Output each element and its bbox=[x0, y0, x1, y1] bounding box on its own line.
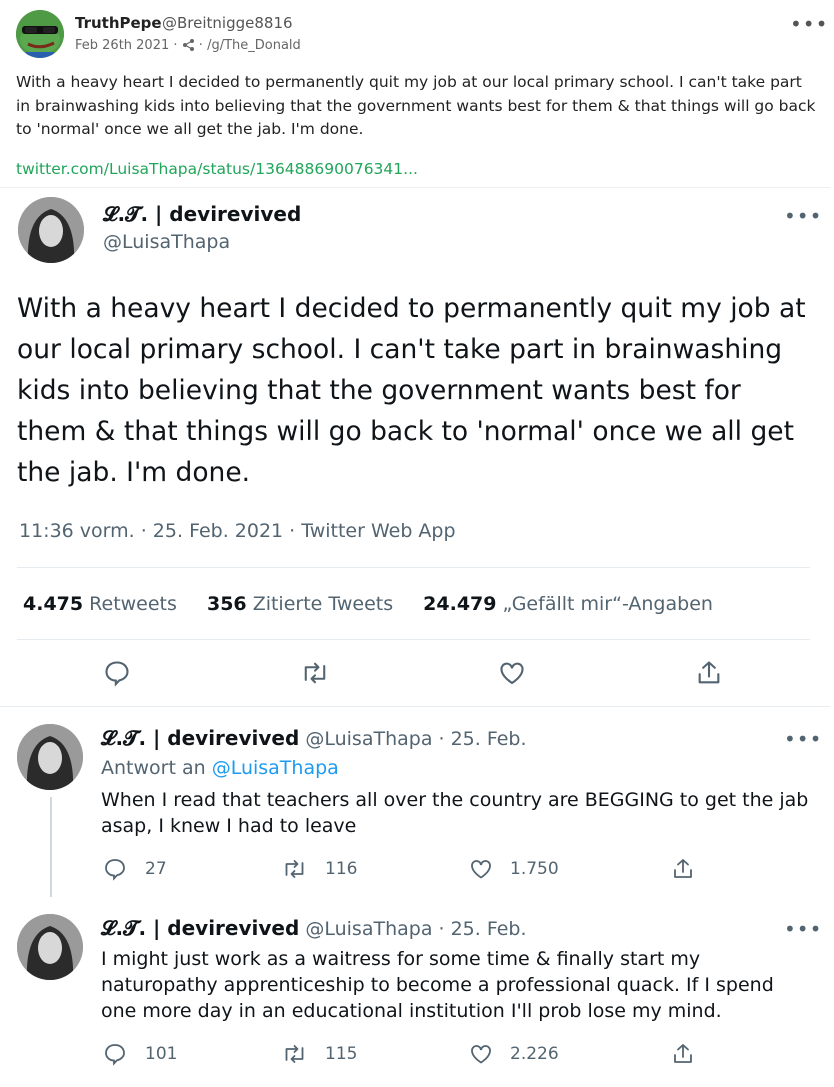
share-network-icon bbox=[182, 38, 195, 51]
like-icon[interactable] bbox=[469, 1042, 493, 1066]
reply-icon[interactable] bbox=[103, 659, 131, 687]
divider bbox=[17, 567, 810, 568]
more-icon[interactable]: ••• bbox=[784, 727, 822, 751]
reply-to: Antwort an @LuisaThapa bbox=[101, 757, 339, 779]
quotes-label[interactable]: Zitierte Tweets bbox=[253, 593, 393, 615]
post-text: With a heavy heart I decided to permanen… bbox=[16, 73, 816, 138]
post-meta: Feb 26th 2021 · · /g/The_Donald bbox=[75, 38, 301, 53]
tweet-author-handle[interactable]: @LuisaThapa bbox=[103, 231, 230, 253]
reply-icon[interactable] bbox=[103, 1042, 127, 1066]
retweets-label[interactable]: Retweets bbox=[89, 593, 177, 615]
share-icon[interactable] bbox=[671, 1042, 695, 1066]
meta-dot: · bbox=[198, 38, 208, 53]
divider bbox=[0, 706, 830, 707]
reply-handle-date[interactable]: @LuisaThapa · 25. Feb. bbox=[305, 918, 526, 940]
reply-to-mention[interactable]: @LuisaThapa bbox=[212, 757, 339, 779]
post-link[interactable]: twitter.com/LuisaThapa/status/1364886900… bbox=[16, 160, 418, 178]
like-count: 1.750 bbox=[510, 859, 559, 879]
retweet-icon[interactable] bbox=[281, 1042, 308, 1066]
reply-icon[interactable] bbox=[103, 857, 127, 881]
pepe-avatar[interactable] bbox=[16, 10, 64, 58]
share-icon[interactable] bbox=[695, 659, 723, 687]
reply-handle-date[interactable]: @LuisaThapa · 25. Feb. bbox=[305, 728, 526, 750]
more-icon[interactable]: ••• bbox=[790, 12, 828, 36]
reply-header: 𝓛.𝓣. | devirevived @LuisaThapa · 25. Feb… bbox=[101, 916, 527, 940]
post-community[interactable]: /g/The_Donald bbox=[207, 38, 301, 53]
likes-count[interactable]: 24.479 bbox=[423, 593, 496, 615]
meta-dot: · bbox=[173, 38, 182, 53]
post-author-handle[interactable]: @Breitnigge8816 bbox=[162, 14, 293, 32]
like-icon[interactable] bbox=[498, 659, 526, 687]
retweet-icon[interactable] bbox=[300, 659, 330, 687]
reply-author-name[interactable]: 𝓛.𝓣. | devirevived bbox=[101, 726, 299, 750]
retweets-count[interactable]: 4.475 bbox=[23, 593, 83, 615]
like-count: 2.226 bbox=[510, 1044, 559, 1064]
avatar[interactable] bbox=[18, 197, 84, 263]
retweet-count: 115 bbox=[325, 1044, 358, 1064]
tweet-screenshot: 𝓛.𝓣. | devirevived @LuisaThapa ••• With … bbox=[0, 187, 830, 1087]
reply-author-name[interactable]: 𝓛.𝓣. | devirevived bbox=[101, 916, 299, 940]
post-date: Feb 26th 2021 bbox=[75, 38, 170, 53]
thread-line bbox=[50, 797, 52, 897]
post-author-name[interactable]: TruthPepe bbox=[75, 14, 162, 32]
avatar[interactable] bbox=[17, 914, 83, 980]
more-icon[interactable]: ••• bbox=[784, 204, 822, 228]
share-icon[interactable] bbox=[671, 857, 695, 881]
reply-text: When I read that teachers all over the c… bbox=[101, 789, 809, 837]
likes-label[interactable]: „Gefällt mir“-Angaben bbox=[503, 593, 713, 615]
reply-header: 𝓛.𝓣. | devirevived @LuisaThapa · 25. Feb… bbox=[101, 726, 527, 750]
tweet-author-name[interactable]: 𝓛.𝓣. | devirevived bbox=[103, 202, 301, 226]
tweet-meta: 11:36 vorm. · 25. Feb. 2021 · Twitter We… bbox=[19, 520, 456, 542]
reply-text: I might just work as a waitress for some… bbox=[101, 948, 774, 1022]
reply-count: 27 bbox=[145, 859, 167, 879]
tweet-text: With a heavy heart I decided to permanen… bbox=[17, 293, 806, 488]
reply-to-label: Antwort an bbox=[101, 757, 206, 779]
avatar[interactable] bbox=[17, 724, 83, 790]
retweet-icon[interactable] bbox=[281, 857, 308, 881]
quotes-count[interactable]: 356 bbox=[207, 593, 247, 615]
more-icon[interactable]: ••• bbox=[784, 917, 822, 941]
like-icon[interactable] bbox=[469, 857, 493, 881]
retweet-count: 116 bbox=[325, 859, 358, 879]
divider bbox=[17, 639, 810, 640]
reply-count: 101 bbox=[145, 1044, 178, 1064]
tweet-stats: 4.475 Retweets 356 Zitierte Tweets 24.47… bbox=[23, 593, 713, 615]
